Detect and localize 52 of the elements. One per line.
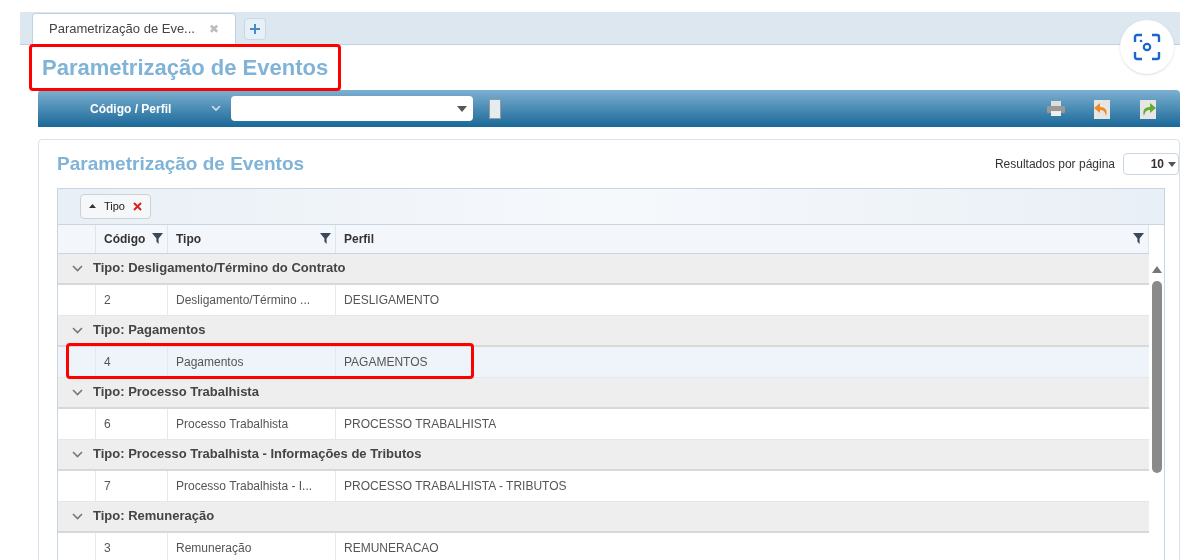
filter-icon[interactable]: [1133, 233, 1144, 244]
results-per-page-select[interactable]: 10: [1123, 153, 1179, 176]
table-cell: Processo Trabalhista: [168, 408, 336, 439]
dropdown-caret-icon[interactable]: [211, 105, 222, 112]
filter-icon[interactable]: [320, 233, 331, 244]
table-cell-text: PROCESSO TRABALHISTA: [343, 415, 498, 433]
table-cell: Pagamentos: [168, 346, 336, 377]
chevron-down-icon: [72, 388, 83, 396]
table-cell: Desligamento/Término ...: [168, 284, 336, 315]
plus-icon: [249, 24, 260, 34]
table-cell: 3: [96, 532, 168, 560]
dropdown-caret-icon: [457, 105, 468, 112]
chevron-down-icon: [72, 326, 83, 334]
dropdown-caret-icon: [1168, 161, 1176, 167]
redo-icon[interactable]: [1138, 97, 1158, 120]
chevron-down-icon: [72, 450, 83, 458]
table-cell: 6: [96, 408, 168, 439]
undo-icon[interactable]: [1092, 97, 1112, 120]
screen-capture-button[interactable]: [1120, 20, 1174, 74]
group-row[interactable]: Tipo: Remuneração: [58, 501, 1149, 533]
table-cell: 2: [96, 284, 168, 315]
table-cell: 7: [96, 470, 168, 501]
table-cell: Remuneração: [168, 532, 336, 560]
table-cell-text: PAGAMENTOS: [343, 353, 429, 371]
column-header[interactable]: Perfil: [336, 224, 1149, 253]
add-tab-button[interactable]: [243, 18, 266, 40]
printer-icon[interactable]: [1047, 100, 1065, 117]
remove-icon[interactable]: [133, 201, 142, 211]
group-chip[interactable]: Tipo: [80, 193, 151, 219]
column-header[interactable]: Código: [96, 224, 168, 253]
search-field[interactable]: [231, 96, 474, 121]
sort-up-icon: [89, 204, 96, 208]
search-by-label: Código / Perfil: [90, 100, 172, 118]
scroll-up-icon[interactable]: [1151, 265, 1162, 273]
column-header[interactable]: Tipo: [168, 224, 336, 253]
tab[interactable]: Parametrização de Eve... ✖: [32, 13, 236, 44]
table-cell: 4: [96, 346, 168, 377]
group-row[interactable]: Tipo: Desligamento/Término do Contrato: [58, 253, 1149, 285]
document-icon[interactable]: [489, 98, 502, 119]
table-cell-text: DESLIGAMENTO: [343, 291, 441, 309]
results-per-page-label: Resultados por página: [994, 156, 1115, 174]
group-row[interactable]: Tipo: Processo Trabalhista - Informações de Tributos: [58, 439, 1149, 471]
camera-focus-icon: [1133, 33, 1161, 61]
table-cell: Processo Trabalhista - I...: [168, 470, 336, 501]
page-title: Parametrização de Eventos: [29, 44, 342, 91]
panel-title: Parametrização de Eventos: [57, 152, 305, 176]
chevron-down-icon: [72, 512, 83, 520]
filter-icon[interactable]: [152, 233, 163, 244]
table-cell-text: PROCESSO TRABALHISTA - TRIBUTOS: [343, 477, 568, 495]
group-row[interactable]: Tipo: Processo Trabalhista: [58, 377, 1149, 409]
table-cell-text: REMUNERACAO: [343, 539, 440, 557]
chevron-down-icon: [72, 264, 83, 272]
